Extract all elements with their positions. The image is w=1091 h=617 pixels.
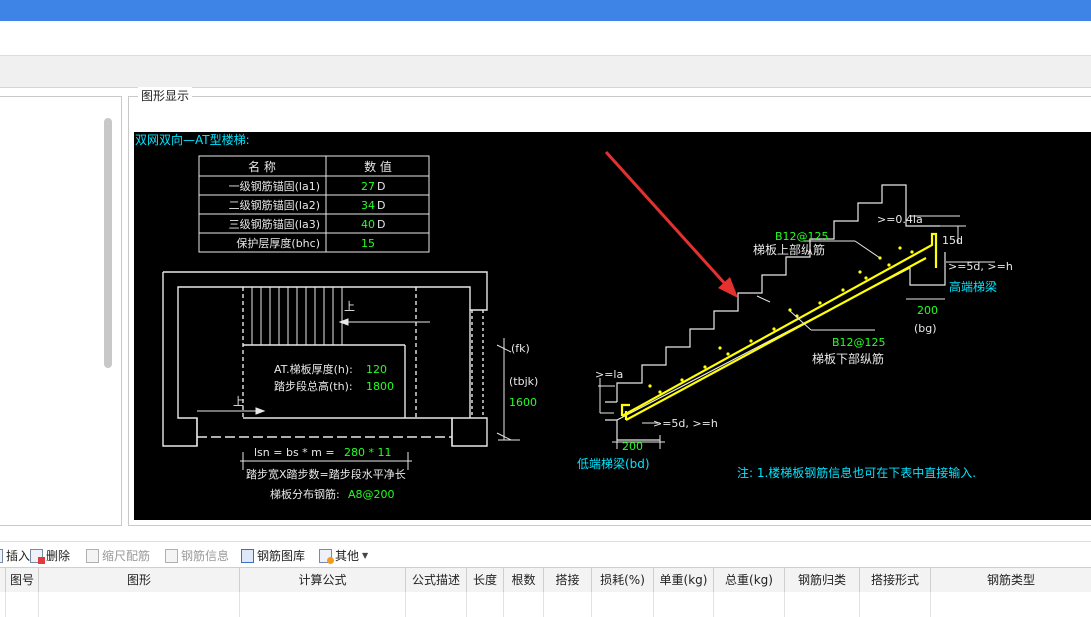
- grid-cell[interactable]: [467, 592, 504, 617]
- insert-icon: [0, 548, 3, 563]
- bottom-rebar-code[interactable]: B12@125: [832, 336, 886, 349]
- graph-display-title: 图形显示: [138, 87, 193, 104]
- column-header[interactable]: 总重(kg): [714, 568, 785, 592]
- drawing-note: 注: 1.楼梯板钢筋信息也可在下表中直接输入.: [737, 465, 976, 480]
- rebar-grid-header: 图号 图形 计算公式 公式描述 长度 根数 搭接 损耗(%) 单重(kg) 总重…: [0, 567, 1091, 593]
- left-panel-scrollbar[interactable]: [104, 118, 112, 368]
- table-header-name: 名 称: [248, 159, 276, 174]
- main-toolbar: [0, 56, 1091, 88]
- scale-rebar-button[interactable]: 缩尺配筋: [86, 547, 150, 564]
- table-header-value: 数 值: [364, 159, 392, 174]
- grid-cell[interactable]: [592, 592, 654, 617]
- column-header[interactable]: 图号: [6, 568, 39, 592]
- stair-plan: [162, 271, 488, 447]
- stair-drawing-canvas[interactable]: 双网双向—AT型楼梯: 名 称 数 值 一级钢筋锚固(la1) 27 D 二级钢…: [134, 132, 1091, 520]
- lsn-formula-values[interactable]: 280 * 11: [344, 446, 392, 459]
- table-row-unit: D: [377, 180, 385, 193]
- table-row-value[interactable]: 15: [361, 237, 375, 250]
- grid-cell[interactable]: [654, 592, 714, 617]
- distribution-rebar-value[interactable]: A8@200: [348, 488, 395, 501]
- table-row-unit: D: [377, 199, 385, 212]
- bottom-rebar-label: 梯板下部纵筋: [812, 351, 884, 366]
- high-end-beam-label: 高端梯梁: [949, 279, 997, 294]
- drawing-heading: 双网双向—AT型楼梯:: [135, 132, 250, 147]
- column-header[interactable]: 钢筋类型: [931, 568, 1091, 592]
- table-row-name: 一级钢筋锚固(la1): [229, 179, 320, 193]
- dim-15d: 15d: [942, 234, 963, 247]
- rebar-info-icon: [165, 548, 178, 563]
- grid-cell[interactable]: [544, 592, 592, 617]
- column-header[interactable]: 单重(kg): [654, 568, 714, 592]
- other-button[interactable]: 其他 ▼: [319, 547, 368, 564]
- dim-5d-h-bottom: >=5d, >=h: [653, 417, 718, 430]
- table-row-unit: D: [377, 218, 385, 231]
- grid-cell[interactable]: [714, 592, 785, 617]
- stair-rebar: [620, 232, 938, 421]
- chevron-down-icon: ▼: [362, 551, 369, 560]
- grid-cell[interactable]: [39, 592, 240, 617]
- table-row-value[interactable]: 27: [361, 180, 375, 193]
- other-icon: [319, 548, 334, 564]
- plan-stair-steps: [251, 287, 343, 345]
- grid-cell[interactable]: [785, 592, 860, 617]
- tbjk-value[interactable]: 1600: [509, 396, 537, 409]
- rebar-info-button[interactable]: 钢筋信息: [165, 547, 229, 564]
- bg-label: (bg): [914, 322, 937, 335]
- table-row-name: 二级钢筋锚固(la2): [229, 198, 320, 212]
- table-row-name: 保护层厚度(bhc): [236, 236, 320, 250]
- stair-drawing-svg: 双网双向—AT型楼梯: 名 称 数 值 一级钢筋锚固(la1) 27 D 二级钢…: [135, 132, 1013, 501]
- stair-rebar-dots: [648, 246, 914, 394]
- scale-rebar-icon: [86, 548, 99, 563]
- tbjk-label: (tbjk): [509, 375, 538, 388]
- column-header[interactable]: 公式描述: [406, 568, 467, 592]
- distribution-rebar-label: 梯板分布钢筋:: [270, 487, 340, 501]
- dim-04la: >=0.4la: [877, 213, 923, 226]
- step-formula: 踏步宽X踏步数=踏步段水平净长: [246, 467, 406, 481]
- menu-bar: [0, 21, 1091, 56]
- grid-cell[interactable]: [931, 592, 1091, 617]
- column-header[interactable]: 长度: [467, 568, 504, 592]
- rebar-toolbar: 插入 删除 缩尺配筋 钢筋信息 钢筋图库 其他 ▼: [0, 541, 1091, 568]
- column-header[interactable]: 计算公式: [240, 568, 406, 592]
- top-rebar-label: 梯板上部纵筋: [753, 242, 825, 257]
- rebar-library-icon: [241, 548, 254, 563]
- fk-label: (fk): [511, 342, 530, 355]
- red-arrow-annotation: [604, 150, 738, 298]
- thickness-value[interactable]: 120: [366, 363, 387, 376]
- column-header[interactable]: 钢筋归类: [785, 568, 860, 592]
- delete-icon: [30, 548, 45, 564]
- table-row-value[interactable]: 40: [361, 218, 375, 231]
- grid-cell[interactable]: [240, 592, 406, 617]
- dim-la: >=la: [595, 368, 623, 381]
- grid-cell[interactable]: [6, 592, 39, 617]
- dim-200-top[interactable]: 200: [917, 304, 938, 317]
- column-header[interactable]: 损耗(%): [592, 568, 654, 592]
- rebar-library-button[interactable]: 钢筋图库: [241, 547, 305, 564]
- table-row-name: 三级钢筋锚固(la3): [229, 217, 320, 231]
- table-row-value[interactable]: 34: [361, 199, 375, 212]
- lsn-formula-prefix: lsn = bs * m =: [254, 446, 335, 459]
- plan-up-label: 上: [344, 300, 355, 313]
- column-header[interactable]: 根数: [504, 568, 544, 592]
- column-header[interactable]: 图形: [39, 568, 240, 592]
- grid-cell[interactable]: [860, 592, 931, 617]
- column-header[interactable]: 搭接: [544, 568, 592, 592]
- thickness-label: AT.梯板厚度(h):: [274, 362, 353, 376]
- grid-cell[interactable]: [504, 592, 544, 617]
- low-end-beam-label: 低端梯梁(bd): [577, 456, 650, 471]
- height-label: 踏步段总高(th):: [274, 379, 353, 393]
- height-value[interactable]: 1800: [366, 380, 394, 393]
- column-header[interactable]: 搭接形式: [860, 568, 931, 592]
- dim-200-bottom[interactable]: 200: [622, 440, 643, 453]
- delete-button[interactable]: 删除: [30, 547, 70, 564]
- top-rebar-code[interactable]: B12@125: [775, 230, 829, 243]
- grid-cell[interactable]: [406, 592, 467, 617]
- insert-button[interactable]: 插入: [0, 547, 30, 564]
- dim-5d-h-top: >=5d, >=h: [948, 260, 1013, 273]
- table-row[interactable]: [0, 592, 1091, 617]
- plan-up-label: 上: [233, 395, 244, 408]
- window-titlebar: [0, 0, 1091, 21]
